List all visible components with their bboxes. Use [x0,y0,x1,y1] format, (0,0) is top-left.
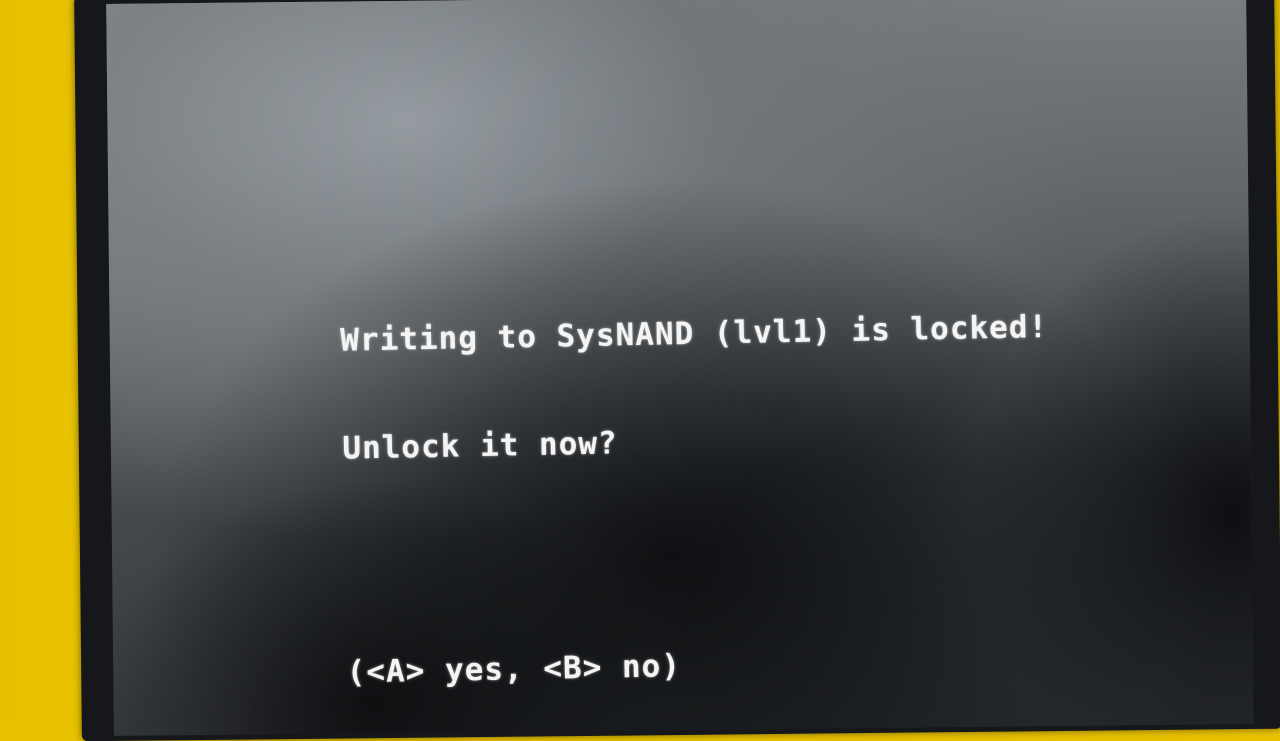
prompt-open-paren: ( [346,654,367,691]
prompt-separator: , [503,650,544,688]
unlock-question-text: Unlock it now? [342,425,618,467]
no-option-b-button[interactable]: <B> no [543,649,662,687]
yes-option-a-button[interactable]: <A> yes [366,652,504,691]
button-prompt-row: (<A> yes, <B> no) [346,641,1054,691]
device-screen: Writing to SysNAND (lvl1) is locked! Unl… [106,0,1254,736]
unlock-prompt-dialog: Writing to SysNAND (lvl1) is locked! Unl… [339,237,1057,736]
prompt-close-paren: ) [660,648,682,685]
locked-warning-text: Writing to SysNAND (lvl1) is locked! [339,309,1049,359]
device-frame: Writing to SysNAND (lvl1) is locked! Unl… [74,0,1280,741]
